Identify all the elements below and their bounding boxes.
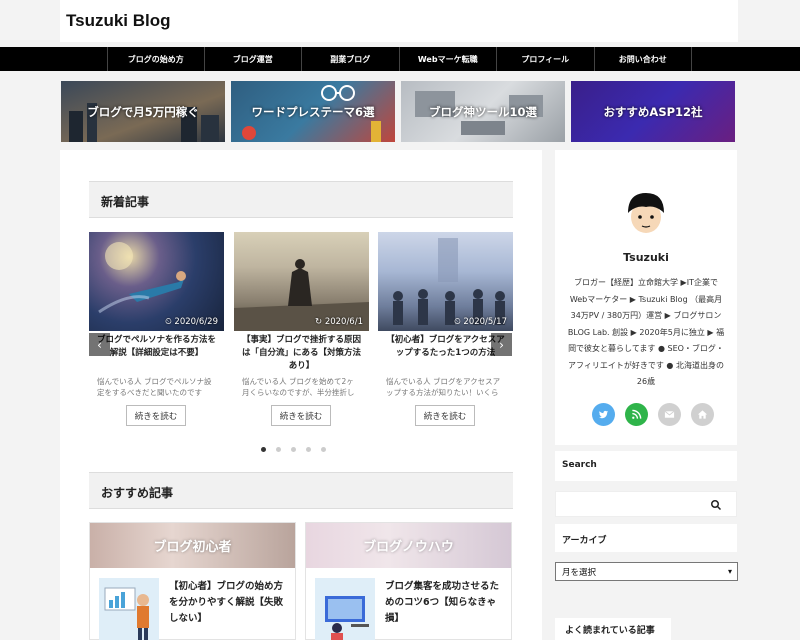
profile-description: ブロガー【経歴】立命館大学 ▶IT企業でWebマーケター ▶ Tsuzuki B… bbox=[567, 278, 725, 386]
profile-name: Tsuzuki bbox=[623, 251, 669, 264]
banner-label: ブログ神ツール10選 bbox=[428, 104, 537, 119]
slider-next-button[interactable]: › bbox=[491, 333, 512, 356]
mail-icon[interactable] bbox=[658, 403, 681, 426]
slider-dot[interactable] bbox=[261, 447, 266, 452]
post-date: ⏲ 2020/5/17 bbox=[454, 317, 507, 327]
slider-dot[interactable] bbox=[291, 447, 296, 452]
post-date: ↻ 2020/6/1 bbox=[314, 317, 363, 327]
post-date-text: 2020/5/17 bbox=[463, 317, 507, 327]
banner-label: ワードプレステーマ6選 bbox=[251, 104, 375, 119]
site-title[interactable]: Tsuzuki Blog bbox=[66, 11, 171, 31]
search-box bbox=[555, 491, 737, 517]
recommended-card[interactable]: ブログ初心者 【初心者】ブログの始め方を分かりやすく解説【失敗しない】 bbox=[89, 522, 296, 640]
nav-item-start[interactable]: ブログの始め方 bbox=[107, 47, 205, 71]
new-posts-heading: 新着記事 bbox=[89, 181, 513, 218]
nav-item-management[interactable]: ブログ運営 bbox=[205, 47, 302, 71]
post-card[interactable]: ↻ 2020/6/1 【事実】ブログで挫折する原因は「自分流」にある【対策方法あ… bbox=[234, 232, 369, 430]
slider-dots bbox=[261, 447, 326, 452]
category-banner[interactable]: ブログ初心者 bbox=[90, 523, 295, 568]
archive-widget: アーカイブ bbox=[555, 524, 737, 552]
post-thumbnail[interactable]: ⏲ 2020/5/17 bbox=[378, 232, 513, 331]
post-excerpt: 悩んでいる人 ブログでペルソナ設定をするべきだと聞いたのですが、どうやって設定す… bbox=[97, 377, 212, 397]
slider-dot[interactable] bbox=[306, 447, 311, 452]
avatar bbox=[620, 187, 672, 239]
popular-posts-title: よく読まれている記事 bbox=[555, 618, 671, 640]
read-more-button[interactable]: 続きを読む bbox=[126, 405, 186, 426]
banner-tools[interactable]: ブログ神ツール10選 bbox=[401, 81, 565, 142]
feature-banners: ブログで月5万円稼ぐ ワードプレステーマ6選 ブログ神ツール10選 おすすめAS… bbox=[61, 81, 735, 142]
archive-select-value: 月を選択 bbox=[562, 568, 597, 578]
slider-dot[interactable] bbox=[276, 447, 281, 452]
read-more-button[interactable]: 続きを読む bbox=[271, 405, 331, 426]
nav-item-profile[interactable]: プロフィール bbox=[497, 47, 595, 71]
search-input[interactable] bbox=[556, 492, 706, 516]
banner-earn[interactable]: ブログで月5万円稼ぐ bbox=[61, 81, 225, 142]
search-widget-title: Search bbox=[562, 460, 597, 470]
archive-widget-title: アーカイブ bbox=[562, 536, 607, 546]
nav-item-career[interactable]: Webマーケ転職 bbox=[400, 47, 497, 71]
presenter-illustration bbox=[99, 578, 159, 640]
read-more-button[interactable]: 続きを読む bbox=[415, 405, 475, 426]
rss-icon[interactable] bbox=[625, 403, 648, 426]
recommended-card[interactable]: ブログノウハウ ブログ集客を成功させるためのコツ6つ【知らなきゃ損】 bbox=[305, 522, 512, 640]
post-date: ⏲ 2020/6/29 bbox=[165, 317, 218, 327]
nav-item-contact[interactable]: お問い合わせ bbox=[595, 47, 692, 71]
search-widget: Search bbox=[555, 451, 737, 481]
archive-select[interactable]: 月を選択 ▾ bbox=[555, 562, 738, 581]
main-content: 新着記事 ⏲ 2020/6/29 ブログでペルソナを作る方法を解説【詳細設定は不… bbox=[60, 150, 542, 640]
recommended-title[interactable]: 【初心者】ブログの始め方を分かりやすく解説【失敗しない】 bbox=[169, 579, 291, 627]
post-thumbnail[interactable]: ⏲ 2020/6/29 bbox=[89, 232, 224, 331]
profile-widget: Tsuzuki ブロガー【経歴】立命館大学 ▶IT企業でWebマーケター ▶ T… bbox=[555, 150, 737, 445]
social-links bbox=[592, 403, 714, 426]
global-nav: ブログの始め方 ブログ運営 副業ブログ Webマーケ転職 プロフィール お問い合… bbox=[0, 47, 800, 71]
post-card[interactable]: ⏲ 2020/6/29 ブログでペルソナを作る方法を解説【詳細設定は不要】 悩ん… bbox=[89, 232, 224, 430]
designer-illustration bbox=[315, 578, 375, 640]
post-excerpt: 悩んでいる人 ブログをアクセスアップする方法が知りたい！いくら記事を書いても、全… bbox=[386, 377, 501, 397]
category-banner[interactable]: ブログノウハウ bbox=[306, 523, 511, 568]
site-header: Tsuzuki Blog bbox=[60, 0, 738, 42]
post-card[interactable]: ⏲ 2020/5/17 【初心者】ブログをアクセスアップするたった1つの方法 悩… bbox=[378, 232, 513, 430]
slider-dot[interactable] bbox=[321, 447, 326, 452]
banner-label: ブログで月5万円稼ぐ bbox=[87, 104, 199, 119]
post-excerpt: 悩んでいる人 ブログを始めて2ヶ月くらいなのですが、半分挫折し bbox=[242, 377, 355, 397]
post-thumbnail[interactable]: ↻ 2020/6/1 bbox=[234, 232, 369, 331]
twitter-icon[interactable] bbox=[592, 403, 615, 426]
post-date-text: 2020/6/1 bbox=[324, 317, 363, 327]
banner-asp[interactable]: おすすめASP12社 bbox=[571, 81, 735, 142]
nav-item-side-business[interactable]: 副業ブログ bbox=[302, 47, 400, 71]
post-title[interactable]: 【事実】ブログで挫折する原因は「自分流」にある【対策方法あり】 bbox=[234, 331, 369, 376]
recommended-heading: おすすめ記事 bbox=[89, 472, 513, 509]
recommended-title[interactable]: ブログ集客を成功させるためのコツ6つ【知らなきゃ損】 bbox=[385, 579, 507, 627]
slider-prev-button[interactable]: ‹ bbox=[89, 333, 110, 356]
chevron-down-icon: ▾ bbox=[727, 567, 732, 576]
post-date-text: 2020/6/29 bbox=[174, 317, 218, 327]
banner-themes[interactable]: ワードプレステーマ6選 bbox=[231, 81, 395, 142]
banner-label: おすすめASP12社 bbox=[603, 104, 703, 119]
home-icon[interactable] bbox=[691, 403, 714, 426]
search-icon[interactable] bbox=[710, 499, 722, 511]
